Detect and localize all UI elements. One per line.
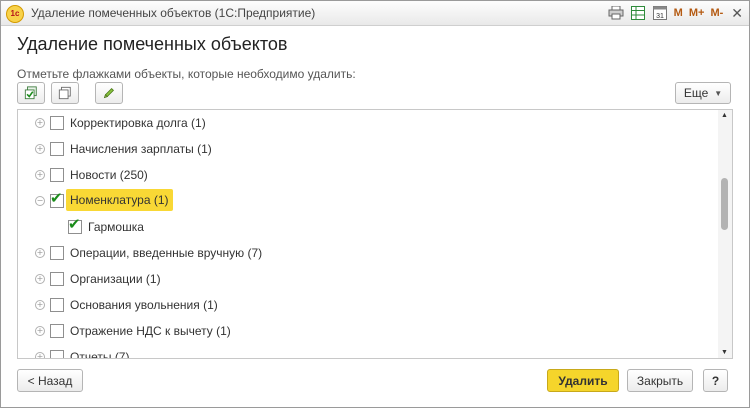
window-title: Удаление помеченных объектов (1С:Предпри… bbox=[31, 6, 316, 20]
checkmark-icon: ✔ bbox=[50, 189, 63, 207]
instruction-text: Отметьте флажками объекты, которые необх… bbox=[17, 67, 356, 81]
memory-m-button[interactable]: M bbox=[674, 7, 683, 19]
row-label: Номенклатура (1) bbox=[66, 189, 173, 211]
tree-row[interactable]: − ✔ Номенклатура (1) bbox=[18, 188, 716, 214]
spreadsheet-icon[interactable] bbox=[630, 5, 646, 21]
row-checkbox[interactable] bbox=[50, 324, 64, 338]
row-label: Новости (250) bbox=[70, 168, 148, 182]
uncheck-all-button[interactable] bbox=[51, 82, 79, 104]
delete-marked-objects-window: 1c Удаление помеченных объектов (1С:Пред… bbox=[0, 0, 750, 408]
memory-m-minus-button[interactable]: M- bbox=[710, 7, 723, 19]
calendar-icon-date: 31 bbox=[656, 13, 664, 20]
check-all-button[interactable] bbox=[17, 82, 45, 104]
expand-icon[interactable]: + bbox=[35, 248, 45, 258]
uncheck-all-icon bbox=[58, 86, 71, 100]
expand-icon[interactable]: + bbox=[35, 274, 45, 284]
expand-icon[interactable]: + bbox=[35, 300, 45, 310]
row-label: Корректировка долга (1) bbox=[70, 116, 206, 130]
row-label: Начисления зарплаты (1) bbox=[70, 142, 212, 156]
chevron-down-icon: ▼ bbox=[714, 88, 723, 98]
memory-m-plus-button[interactable]: M+ bbox=[689, 7, 705, 19]
more-label: Еще bbox=[683, 86, 709, 100]
calendar-icon[interactable]: 31 bbox=[652, 5, 668, 21]
expand-icon[interactable]: + bbox=[35, 118, 45, 128]
titlebar-toolbar: 31 M M+ M- ✕ bbox=[602, 4, 743, 22]
tree-row[interactable]: + Новости (250) bbox=[18, 162, 716, 188]
row-label: Отчеты (7) bbox=[70, 350, 130, 359]
tree-row[interactable]: + Основания увольнения (1) bbox=[18, 292, 716, 318]
print-icon[interactable] bbox=[608, 5, 624, 21]
row-label: Организации (1) bbox=[70, 272, 161, 286]
app-logo-icon: 1c bbox=[6, 5, 24, 23]
collapse-icon[interactable]: − bbox=[35, 196, 45, 206]
vertical-scrollbar[interactable]: ▲ ▼ bbox=[718, 110, 732, 358]
expand-icon[interactable]: + bbox=[35, 170, 45, 180]
row-checkbox[interactable]: ✔ bbox=[50, 189, 64, 208]
row-checkbox[interactable] bbox=[50, 350, 64, 358]
edit-button[interactable] bbox=[95, 82, 123, 104]
row-checkbox[interactable] bbox=[50, 298, 64, 312]
tree-child-row[interactable]: ✔ Гармошка bbox=[18, 214, 716, 240]
window-close-button[interactable]: ✕ bbox=[731, 5, 743, 22]
tree-row[interactable]: + Организации (1) bbox=[18, 266, 716, 292]
scroll-thumb[interactable] bbox=[721, 178, 728, 230]
help-button[interactable]: ? bbox=[703, 369, 728, 392]
more-menu-button[interactable]: Еще ▼ bbox=[675, 82, 731, 104]
tree-row[interactable]: + Операции, введенные вручную (7) bbox=[18, 240, 716, 266]
back-button[interactable]: < Назад bbox=[17, 369, 83, 392]
expand-icon[interactable]: + bbox=[35, 144, 45, 154]
row-checkbox[interactable] bbox=[50, 246, 64, 260]
tree-row[interactable]: + Отражение НДС к вычету (1) bbox=[18, 318, 716, 344]
pencil-icon bbox=[103, 88, 114, 99]
row-checkbox[interactable]: ✔ bbox=[68, 215, 82, 234]
checkmark-icon: ✔ bbox=[68, 215, 81, 233]
tree-row[interactable]: + Начисления зарплаты (1) bbox=[18, 136, 716, 162]
row-checkbox[interactable] bbox=[50, 168, 64, 182]
delete-button[interactable]: Удалить bbox=[547, 369, 619, 392]
expand-icon[interactable]: + bbox=[35, 326, 45, 336]
row-label: Основания увольнения (1) bbox=[70, 298, 218, 312]
tree-row[interactable]: + Корректировка долга (1) bbox=[18, 110, 716, 136]
scroll-down-icon[interactable]: ▼ bbox=[721, 349, 728, 356]
close-button[interactable]: Закрыть bbox=[627, 369, 693, 392]
tree-row[interactable]: + Отчеты (7) bbox=[18, 344, 716, 359]
title-bar: 1c Удаление помеченных объектов (1С:Пред… bbox=[1, 1, 749, 26]
row-checkbox[interactable] bbox=[50, 272, 64, 286]
expand-icon[interactable]: + bbox=[35, 352, 45, 358]
row-label: Отражение НДС к вычету (1) bbox=[70, 324, 231, 338]
scroll-up-icon[interactable]: ▲ bbox=[721, 112, 728, 119]
row-checkbox[interactable] bbox=[50, 116, 64, 130]
row-label: Гармошка bbox=[88, 220, 144, 234]
check-all-icon bbox=[24, 86, 37, 100]
page-title: Удаление помеченных объектов bbox=[17, 34, 288, 54]
row-label: Операции, введенные вручную (7) bbox=[70, 246, 263, 260]
row-checkbox[interactable] bbox=[50, 142, 64, 156]
objects-tree[interactable]: + Корректировка долга (1) + Начисления зарп… bbox=[17, 109, 733, 359]
